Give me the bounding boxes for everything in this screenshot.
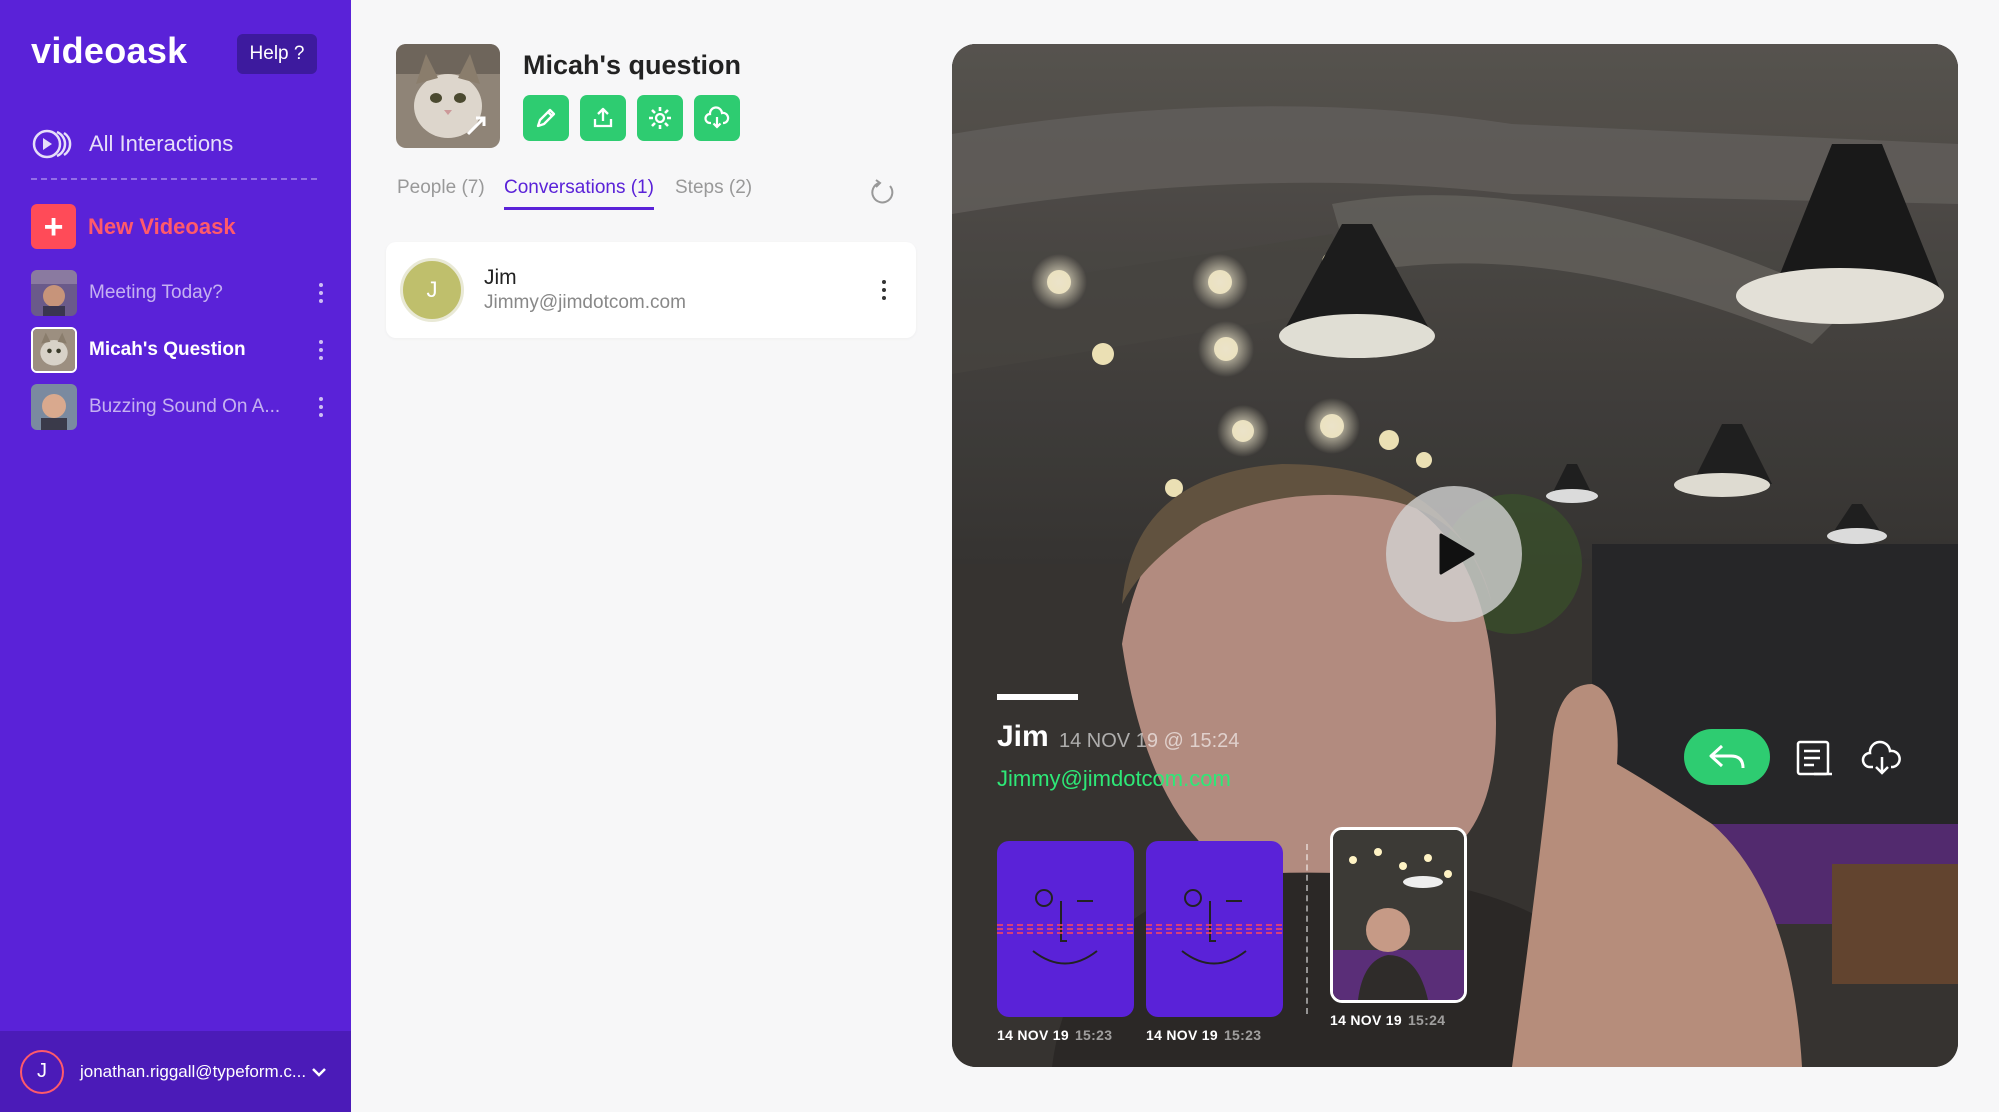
sidebar-item-thumbnail — [31, 327, 77, 373]
videoask-logo[interactable]: videoask — [31, 30, 188, 72]
sidebar-item-thumbnail — [31, 384, 77, 430]
sidebar-divider — [31, 178, 317, 180]
conversation-name: Jim — [484, 266, 517, 289]
play-icon — [1439, 533, 1475, 575]
more-options-icon[interactable] — [311, 278, 331, 308]
sidebar-item-label: Micah's Question — [89, 339, 246, 360]
clip-preview — [1333, 830, 1464, 1000]
clip-thumbnail-selected[interactable] — [1330, 827, 1467, 1003]
clip-date: 14 NOV 19 — [997, 1027, 1069, 1043]
response-date: 14 NOV 19 @ 15:24 — [1059, 730, 1240, 752]
sidebar-item-meeting-today[interactable]: Meeting Today? — [31, 270, 331, 316]
clip-time: 15:23 — [1223, 1027, 1262, 1043]
more-options-icon[interactable] — [874, 275, 894, 305]
new-videoask-button[interactable]: + New Videoask — [31, 204, 236, 249]
cloud-download-icon — [704, 106, 730, 129]
interactions-icon — [32, 129, 72, 159]
refresh-icon[interactable] — [868, 177, 898, 207]
clip-time: 15:23 — [1074, 1027, 1113, 1043]
conversation-email: Jimmy@jimdotcom.com — [484, 292, 686, 313]
more-options-icon[interactable] — [311, 392, 331, 422]
account-menu[interactable]: J jonathan.riggall@typeform.c... — [0, 1031, 351, 1112]
tab-conversations[interactable]: Conversations (1) — [504, 177, 654, 210]
transcript-icon[interactable] — [1792, 736, 1836, 780]
conversation-item[interactable]: J Jim Jimmy@jimdotcom.com — [386, 242, 916, 338]
new-videoask-label: New Videoask — [88, 213, 236, 239]
video-player[interactable]: Jim 14 NOV 19 @ 15:24 Jimmy@jimdotcom.co… — [952, 44, 1958, 1067]
edit-icon — [536, 108, 556, 128]
sidebar-item-label: Meeting Today? — [89, 282, 223, 303]
clip-divider — [1306, 844, 1308, 1014]
sidebar-item-thumbnail — [31, 270, 77, 316]
face-placeholder-icon — [997, 889, 1134, 965]
face-placeholder-icon — [1146, 889, 1283, 965]
respondent-name: Jim — [997, 720, 1049, 753]
question-title: Micah's question — [523, 50, 741, 80]
settings-button[interactable] — [637, 95, 683, 141]
tab-steps[interactable]: Steps (2) — [675, 177, 752, 207]
avatar: J — [400, 258, 464, 322]
account-email: jonathan.riggall@typeform.c... — [80, 1061, 307, 1081]
clip-date: 14 NOV 19 — [1146, 1027, 1218, 1043]
gear-icon — [649, 107, 671, 129]
all-interactions-link[interactable]: All Interactions — [31, 126, 233, 162]
help-button[interactable]: Help ? — [237, 34, 317, 74]
respondent-email[interactable]: Jimmy@jimdotcom.com — [997, 766, 1231, 792]
clip-thumbnail[interactable] — [1146, 841, 1283, 1017]
clip-date: 14 NOV 19 — [1330, 1012, 1402, 1028]
share-button[interactable] — [580, 95, 626, 141]
clip-timestamp: 14 NOV 19 15:24 — [1330, 1012, 1445, 1028]
clip-thumbnail[interactable] — [997, 841, 1134, 1017]
sidebar-item-micahs-question[interactable]: Micah's Question — [31, 327, 331, 373]
progress-indicator — [997, 694, 1078, 700]
more-options-icon[interactable] — [311, 335, 331, 365]
play-button[interactable] — [1386, 486, 1522, 622]
question-thumbnail[interactable] — [396, 44, 500, 148]
clip-timestamp: 14 NOV 19 15:23 — [997, 1027, 1112, 1043]
avatar: J — [20, 1049, 64, 1094]
all-interactions-label: All Interactions — [89, 131, 234, 156]
sidebar-item-buzzing-sound[interactable]: Buzzing Sound On A... — [31, 384, 331, 430]
chevron-down-icon — [312, 1067, 326, 1077]
cloud-download-icon[interactable] — [1860, 736, 1904, 780]
clip-timestamp: 14 NOV 19 15:23 — [1146, 1027, 1261, 1043]
clip-time: 15:24 — [1407, 1012, 1446, 1028]
sidebar: videoask Help ? All Interactions + New V… — [0, 0, 351, 1112]
reply-icon — [1709, 744, 1745, 769]
share-icon — [593, 107, 613, 128]
reply-button[interactable] — [1684, 729, 1770, 785]
tab-people[interactable]: People (7) — [397, 177, 485, 207]
sidebar-item-label: Buzzing Sound On A... — [89, 396, 281, 417]
edit-button[interactable] — [523, 95, 569, 141]
plus-icon: + — [31, 204, 76, 249]
download-button[interactable] — [694, 95, 740, 141]
